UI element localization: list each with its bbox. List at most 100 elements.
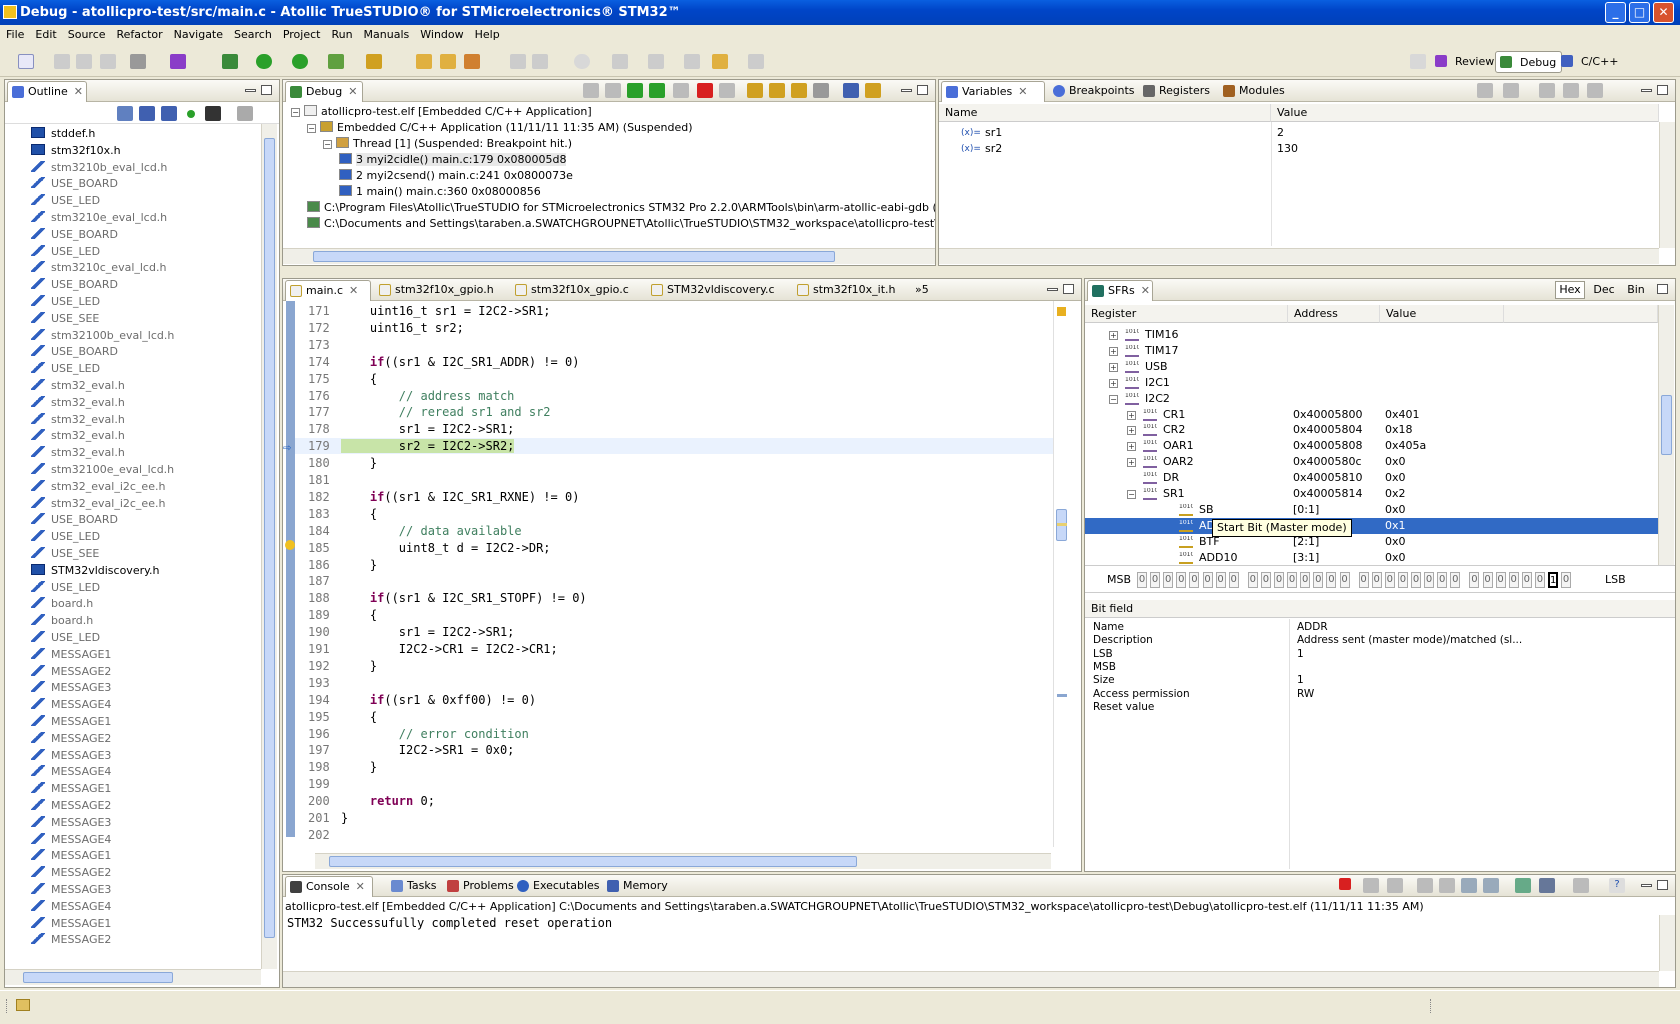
code-line[interactable]: 177 // reread sr1 and sr2 [295,404,1053,420]
outline-item[interactable]: MESSAGE4 [31,697,111,713]
code-line[interactable]: 193 [295,675,1053,691]
code-line[interactable]: 174 if((sr1 & I2C_SR1_ADDR) != 0) [295,354,1053,370]
outline-item[interactable]: stm32_eval.h [31,428,125,444]
variables-hscroll[interactable] [939,248,1659,264]
outline-item[interactable]: USE_SEE [31,546,99,562]
bit-cell[interactable]: 0 [1384,572,1395,588]
bit-cell[interactable]: 0 [1247,572,1258,588]
tab-sfrs[interactable]: SFRs ✕ [1087,280,1153,301]
code-line[interactable]: 172 uint16_t sr2; [295,320,1053,336]
outline-item[interactable]: MESSAGE4 [31,832,111,848]
editor-hscroll[interactable] [315,853,1051,869]
sfr-row[interactable]: 1010 DR 0x40005810 0x0 [1085,470,1658,486]
bit-cell[interactable]: 0 [1260,572,1271,588]
code-line[interactable]: 180 } [295,455,1053,471]
expand-icon[interactable]: + [1109,346,1118,356]
resume-icon[interactable] [649,83,665,98]
editor-overview-ruler[interactable] [1053,301,1069,847]
bit-cell[interactable]: 0 [1358,572,1369,588]
console-hscroll[interactable] [283,971,1659,987]
code-line[interactable]: 194 if((sr1 & 0xff00) != 0) [295,692,1053,708]
use-step-filters-icon[interactable] [865,83,881,98]
bit-cell[interactable]: 0 [1482,572,1493,588]
minimize-view-icon[interactable] [901,89,912,92]
bit-cell[interactable]: 0 [1287,572,1298,588]
bit-cell[interactable]: 0 [1189,572,1200,588]
open-perspective-icon[interactable] [1410,54,1426,69]
help-icon[interactable]: ? [1609,878,1625,893]
tab-it-h[interactable]: stm32f10x_it.h [793,280,895,301]
perspective-debug[interactable]: Debug [1495,51,1563,73]
code-line[interactable]: 199 [295,776,1053,792]
collapse-all-icon[interactable] [1503,83,1519,98]
bit-cell[interactable]: 0 [1274,572,1284,588]
outline-item[interactable]: MESSAGE1 [31,647,111,663]
close-tab-icon[interactable]: ✕ [348,85,357,98]
tab-overflow[interactable]: »5 [911,280,929,301]
outline-item[interactable]: MESSAGE2 [31,664,111,680]
minimize-view-icon[interactable] [245,89,256,92]
outline-item[interactable]: MESSAGE3 [31,748,111,764]
bit-cell[interactable]: 0 [1215,572,1226,588]
code-line[interactable]: 202 [295,827,1053,843]
maximize-view-icon[interactable] [1063,284,1074,294]
outline-item[interactable]: MESSAGE4 [31,764,111,780]
col-register[interactable]: Register [1085,305,1288,323]
scroll-lock-icon[interactable] [1439,878,1455,893]
code-line[interactable]: 183 { [295,506,1053,522]
close-tab-icon[interactable]: ✕ [1018,85,1027,98]
bit-cell[interactable]: 0 [1508,572,1519,588]
outline-item[interactable]: stm32_eval.h [31,378,125,394]
maximize-view-icon[interactable] [917,85,928,95]
sort-icon[interactable] [117,106,133,121]
menu-edit[interactable]: Edit [35,28,56,41]
outline-item[interactable]: MESSAGE2 [31,731,111,747]
outline-item[interactable]: STM32vldiscovery.h [31,563,160,579]
new-icon[interactable] [18,54,34,69]
next-annotation-icon[interactable] [612,54,628,69]
remove-terminated-icon[interactable] [583,83,599,98]
tab-breakpoints[interactable]: Breakpoints [1049,81,1135,102]
open-console-icon[interactable] [1573,878,1589,893]
outline-item[interactable]: USE_LED [31,193,100,209]
fast-view-icon[interactable] [16,999,30,1011]
expand-icon[interactable]: + [1109,331,1118,340]
outline-item[interactable]: MESSAGE2 [31,798,111,814]
expand-icon[interactable]: + [1109,362,1118,372]
code-area[interactable]: 171 uint16_t sr1 = I2C2->SR1; 172 uint16_… [295,301,1053,847]
remove-launch-icon[interactable] [1363,878,1379,893]
close-tab-icon[interactable]: ✕ [356,880,365,893]
outline-item[interactable]: USE_LED [31,294,100,310]
minimize-view-icon[interactable] [1641,884,1652,887]
menu-source[interactable]: Source [68,28,106,41]
run-icon[interactable] [256,54,272,69]
debug-tree-item[interactable]: 3 myi2cidle() main.c:179 0x080005d8 [339,152,567,168]
restart-icon[interactable] [627,83,643,98]
last-edit-icon[interactable] [684,54,700,69]
tab-registers[interactable]: Registers [1139,81,1210,102]
tab-modules[interactable]: Modules [1219,81,1285,102]
code-line[interactable]: 195 { [295,709,1053,725]
dec-radix-button[interactable]: Dec [1589,281,1619,299]
pin-console-icon[interactable] [1515,878,1531,893]
sfr-row[interactable]: −1010 I2C2 [1085,391,1658,407]
code-line[interactable]: 200 return 0; [295,793,1053,809]
outline-item[interactable]: stm3210e_eval_lcd.h [31,210,167,226]
step-return-icon[interactable] [791,83,807,98]
prev-annotation-icon[interactable] [648,54,664,69]
expand-icon[interactable]: + [1127,442,1136,452]
expand-icon[interactable]: + [1127,410,1136,420]
step-over-icon[interactable] [769,83,785,98]
collapse-icon[interactable]: − [307,124,316,133]
outline-item[interactable]: USE_LED [31,244,100,260]
variable-row[interactable]: (x)= sr1 2 [939,125,1659,141]
code-line[interactable]: 196 // error condition [295,726,1053,742]
run-external-icon[interactable] [292,54,308,69]
outline-item[interactable]: USE_BOARD [31,277,118,293]
menu-search[interactable]: Search [234,28,272,41]
scroll-thumb[interactable] [329,856,857,867]
outline-item[interactable]: MESSAGE1 [31,714,111,730]
collapse-icon[interactable]: − [291,108,300,117]
outline-item[interactable]: MESSAGE1 [31,848,111,864]
bit-cell[interactable]: 0 [1163,572,1174,588]
